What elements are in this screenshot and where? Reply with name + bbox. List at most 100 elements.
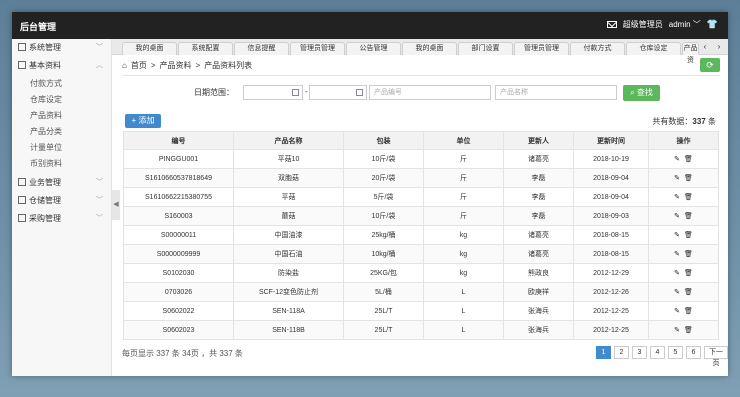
product-name-input[interactable]: 产品名称: [495, 85, 617, 100]
menu-group-basic[interactable]: 基本资料 ︿: [12, 57, 111, 75]
menu-group-storage[interactable]: 仓储管理 ﹀: [12, 192, 111, 210]
edit-icon[interactable]: ✎: [674, 231, 680, 239]
page-button-5[interactable]: 5: [668, 346, 683, 359]
cell-code: S0000009999: [123, 244, 234, 264]
sidebar-item-unit[interactable]: 计量单位: [12, 140, 111, 156]
trash-icon[interactable]: 🗑: [684, 250, 693, 258]
pagination: 1 2 3 4 5 6 下一页: [596, 346, 728, 367]
cell-name: 中国石油: [233, 244, 344, 264]
cell-unit: 斤: [423, 149, 504, 169]
edit-icon[interactable]: ✎: [674, 307, 680, 315]
sidebar-item-category[interactable]: 产品分类: [12, 124, 111, 140]
tab-item[interactable]: 系统配置: [178, 42, 233, 55]
tab-item[interactable]: 我的桌面: [122, 42, 177, 55]
breadcrumb-home[interactable]: 首页: [131, 60, 147, 71]
trash-icon[interactable]: 🗑: [684, 155, 693, 163]
tab-item[interactable]: 公告管理: [346, 42, 401, 55]
cell-name: 平菇: [233, 187, 344, 207]
trash-icon[interactable]: 🗑: [684, 174, 693, 182]
date-start-input[interactable]: [243, 85, 303, 100]
date-range-label: 日期范围：: [194, 88, 234, 97]
cell-updater: 张海兵: [503, 301, 574, 321]
cell-updater: 李磊: [503, 206, 574, 226]
menu-group-business[interactable]: 业务管理 ﹀: [12, 174, 111, 192]
menu-group-label: 业务管理: [29, 178, 61, 187]
tab-item[interactable]: 信息提醒: [234, 42, 289, 55]
col-header-updated[interactable]: 更新时间: [573, 131, 649, 150]
product-no-input[interactable]: 产品编号: [369, 85, 491, 100]
trash-icon[interactable]: 🗑: [684, 212, 693, 220]
breadcrumb-separator: >: [150, 61, 156, 70]
cell-updated: 2018-09-04: [573, 187, 649, 207]
sidebar-item-currency[interactable]: 币别资料: [12, 156, 111, 172]
trash-icon[interactable]: 🗑: [684, 269, 693, 277]
menu-group-purchase[interactable]: 采购管理 ﹀: [12, 210, 111, 228]
page-button-6[interactable]: 6: [686, 346, 701, 359]
tab-prev-icon[interactable]: ‹: [698, 41, 712, 53]
next-page-button[interactable]: 下一页: [704, 346, 728, 367]
breadcrumb: ⌂ 首页 > 产品资料 > 产品资料列表: [122, 60, 252, 71]
tab-item[interactable]: 付款方式: [570, 42, 625, 55]
edit-icon[interactable]: ✎: [674, 212, 680, 220]
cell-name: SEN-118B: [233, 320, 344, 340]
sidebar-collapse-handle[interactable]: ◀: [112, 190, 120, 220]
sidebar-item-product[interactable]: 产品资料: [12, 108, 111, 124]
tab-item[interactable]: 仓库设定: [626, 42, 681, 55]
trash-icon[interactable]: 🗑: [684, 288, 693, 296]
table-row: S1610660537818649 双胞菇 20斤/袋斤李磊 2018-09-04 ✎ 🗑: [123, 168, 719, 188]
breadcrumb-product[interactable]: 产品资料: [160, 60, 192, 71]
cell-code: S1610662215380755: [123, 187, 234, 207]
edit-icon[interactable]: ✎: [674, 250, 680, 258]
date-dash: -: [305, 87, 308, 96]
cell-name: 中国油漆: [233, 225, 344, 245]
table-row: 0703026 SCF-12变色防止剂 5L/桶 L 欧庚祥 2012-12-26 ✎ 🗑: [123, 282, 719, 302]
table-row: PINGGU001 平菇10 10斤/袋斤诸葛亮 2018-10-19 ✎ 🗑: [123, 149, 719, 169]
trash-icon[interactable]: 🗑: [684, 193, 693, 201]
trash-icon[interactable]: 🗑: [684, 307, 693, 315]
briefcase-icon: [18, 178, 26, 186]
trash-icon[interactable]: 🗑: [684, 326, 693, 334]
col-header-code[interactable]: 编号: [123, 131, 234, 150]
cell-package: 20斤/袋: [343, 168, 424, 188]
sidebar-item-payment[interactable]: 付款方式: [12, 76, 111, 92]
cell-updated: 2012-12-25: [573, 301, 649, 321]
cell-updater: 熊政良: [503, 263, 574, 283]
tab-item[interactable]: 我的桌面: [402, 42, 457, 55]
col-header-name[interactable]: 产品名称: [233, 131, 344, 150]
col-header-updater[interactable]: 更新人: [503, 131, 574, 150]
edit-icon[interactable]: ✎: [674, 193, 680, 201]
edit-icon[interactable]: ✎: [674, 326, 680, 334]
page-button-4[interactable]: 4: [650, 346, 665, 359]
edit-icon[interactable]: ✎: [674, 174, 680, 182]
tab-next-icon[interactable]: ›: [712, 41, 726, 53]
table-header-row: 编号 产品名称 包装 单位 更新人 更新时间 操作: [123, 131, 719, 150]
cell-unit: L: [423, 320, 504, 340]
edit-icon[interactable]: ✎: [674, 269, 680, 277]
cell-unit: 斤: [423, 187, 504, 207]
col-header-package[interactable]: 包装: [343, 131, 424, 150]
page-button-3[interactable]: 3: [632, 346, 647, 359]
menu-group-system[interactable]: 系统管理 ﹀: [12, 39, 111, 57]
user-area: 超级管理员 admin ﹀ 👕: [606, 19, 718, 30]
tab-item[interactable]: 管理员管理: [514, 42, 569, 55]
product-table: 编号 产品名称 包装 单位 更新人 更新时间 操作 PINGGU001 平菇10 1…: [123, 131, 719, 340]
trash-icon[interactable]: 🗑: [684, 231, 693, 239]
sidebar-item-warehouse[interactable]: 仓库设定: [12, 92, 111, 108]
user-menu[interactable]: admin ﹀: [669, 19, 701, 30]
page-button-2[interactable]: 2: [614, 346, 629, 359]
edit-icon[interactable]: ✎: [674, 288, 680, 296]
search-button[interactable]: ⌕ 查找: [623, 85, 660, 101]
date-end-input[interactable]: [309, 85, 367, 100]
tab-item[interactable]: 产品资: [682, 42, 699, 64]
tab-item[interactable]: 管理员管理: [290, 42, 345, 55]
home-icon: ⌂: [122, 61, 127, 70]
edit-icon[interactable]: ✎: [674, 155, 680, 163]
theme-icon[interactable]: 👕: [707, 19, 718, 30]
mail-icon[interactable]: [606, 21, 617, 28]
cell-name: 平菇10: [233, 149, 344, 169]
page-button-1[interactable]: 1: [596, 346, 611, 359]
refresh-button[interactable]: ⟳: [700, 58, 720, 72]
add-button[interactable]: + 添加: [125, 114, 161, 128]
col-header-unit[interactable]: 单位: [423, 131, 504, 150]
tab-item[interactable]: 部门设置: [458, 42, 513, 55]
